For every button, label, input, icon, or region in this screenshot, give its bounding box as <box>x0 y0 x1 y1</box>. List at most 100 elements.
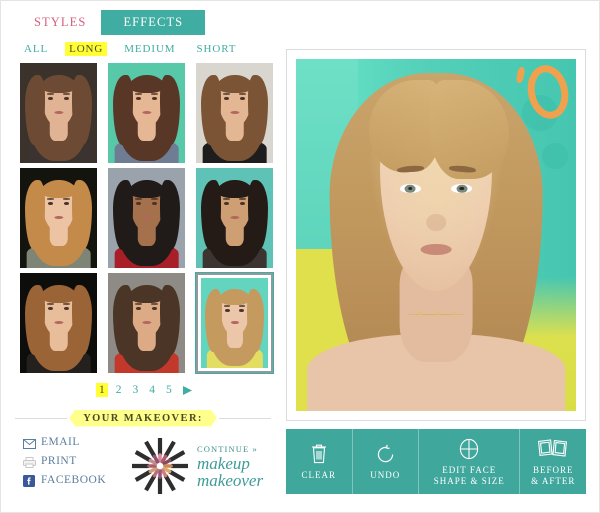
thumb-brow-left <box>134 93 142 95</box>
facebook-label: FACEBOOK <box>41 474 107 486</box>
thumb-fringe <box>216 77 253 93</box>
continue-label: CONTINUE » <box>197 443 258 454</box>
continue-text-block: CONTINUE » makeup makeover <box>197 444 263 489</box>
clear-button[interactable]: CLEAR <box>286 429 353 494</box>
thumb-hair-right <box>246 288 264 352</box>
page-1[interactable]: 1 <box>96 383 108 397</box>
before-after-button[interactable]: BEFORE & AFTER <box>520 429 586 494</box>
thumb-brow-right <box>63 303 71 305</box>
thumb-brow-left <box>46 93 54 95</box>
filter-short-label: SHORT <box>196 43 237 55</box>
edit-face-label: EDIT FACE SHAPE & SIZE <box>434 465 505 487</box>
thumb-hair-left <box>24 285 45 355</box>
hairstyle-thumb-5[interactable] <box>108 168 185 268</box>
print-label: PRINT <box>41 455 77 467</box>
page-2-label: 2 <box>115 384 122 396</box>
page-4-label: 4 <box>149 384 155 396</box>
your-makeover-banner: YOUR MAKEOVER: <box>15 407 272 429</box>
facebook-icon <box>23 474 36 487</box>
tab-effects[interactable]: EFFECTS <box>101 10 206 35</box>
email-label: EMAIL <box>41 436 80 448</box>
page-4[interactable]: 4 <box>146 383 158 397</box>
lipstick-burst-icon <box>129 435 191 497</box>
edit-face-label-line2: SHAPE & SIZE <box>433 475 505 486</box>
thumbnail-image <box>108 63 185 163</box>
thumb-fringe <box>216 182 253 198</box>
thumb-brow-right <box>239 198 247 200</box>
subject-eye-right <box>451 183 473 194</box>
page-2[interactable]: 2 <box>113 383 125 397</box>
hairstyle-thumb-4[interactable] <box>20 168 97 268</box>
makeover-app-window: STYLES EFFECTS ALL LONG MEDIUM SHORT 1 2… <box>0 0 600 513</box>
preview-panel: CLEAR UNDO EDIT FACE SHAPE & SIZE BEFORE… <box>286 49 586 494</box>
thumbnail-image <box>201 278 268 368</box>
hairstyle-thumbnail-grid <box>20 63 274 374</box>
iris <box>456 184 468 193</box>
filter-all[interactable]: ALL <box>20 42 52 56</box>
continue-makeup-makeover-button[interactable]: CONTINUE » makeup makeover <box>129 431 279 501</box>
banner-rule-right <box>218 417 272 419</box>
makeover-preview-photo[interactable] <box>296 59 576 411</box>
thumb-fringe <box>128 182 165 198</box>
thumb-fringe <box>219 290 250 305</box>
face-ellipse-icon <box>457 437 481 461</box>
filter-short[interactable]: SHORT <box>192 42 240 56</box>
thumb-brow-left <box>224 305 231 307</box>
thumb-brow-left <box>46 303 54 305</box>
thumb-brow-right <box>63 93 71 95</box>
thumb-brow-left <box>222 198 230 200</box>
tab-styles[interactable]: STYLES <box>19 10 102 35</box>
your-makeover-label: YOUR MAKEOVER: <box>69 410 217 427</box>
thumbnail-image <box>20 273 97 373</box>
undo-icon <box>375 442 396 466</box>
hairstyle-thumb-6[interactable] <box>196 168 273 268</box>
triangle-right-icon[interactable] <box>182 385 193 396</box>
facebook-link[interactable]: FACEBOOK <box>23 474 107 487</box>
pagination: 1 2 3 4 5 <box>96 383 193 397</box>
pupil <box>407 186 413 191</box>
filter-long[interactable]: LONG <box>65 42 108 56</box>
thumb-brow-right <box>151 303 159 305</box>
hairstyle-thumb-7[interactable] <box>20 273 97 373</box>
thumb-hair-left <box>112 285 133 355</box>
edit-face-shape-size-button[interactable]: EDIT FACE SHAPE & SIZE <box>419 429 521 494</box>
trash-icon <box>310 442 328 466</box>
before-after-label: BEFORE & AFTER <box>531 465 575 487</box>
panel-tabs: STYLES EFFECTS <box>19 10 206 35</box>
filter-all-label: ALL <box>24 43 49 55</box>
hairstyle-thumb-2[interactable] <box>108 63 185 163</box>
thumb-hair-left <box>200 75 221 145</box>
undo-button[interactable]: UNDO <box>353 429 420 494</box>
thumb-hair-left <box>200 180 221 250</box>
print-link[interactable]: PRINT <box>23 455 106 468</box>
logo-line-makeover: makeover <box>197 470 264 490</box>
thumbnail-image <box>20 63 97 163</box>
filter-long-label: LONG <box>69 43 104 55</box>
hairstyle-thumb-8[interactable] <box>108 273 185 373</box>
thumbnail-image <box>108 273 185 373</box>
hairstyle-thumb-3[interactable] <box>196 63 273 163</box>
thumb-eye-left <box>225 308 230 312</box>
email-link[interactable]: EMAIL <box>23 436 106 449</box>
thumb-hair-left <box>24 180 45 250</box>
pupil <box>459 186 465 191</box>
thumb-hair-left <box>112 180 133 250</box>
page-5-label: 5 <box>166 384 172 396</box>
thumb-brow-right <box>151 93 159 95</box>
filter-medium[interactable]: MEDIUM <box>120 42 179 56</box>
undo-label: UNDO <box>370 470 401 480</box>
share-links: EMAIL PRINT FACEBOOK <box>23 436 107 487</box>
thumb-hair-left <box>112 75 133 145</box>
photo-bg-dot <box>542 143 568 169</box>
page-3[interactable]: 3 <box>130 383 142 397</box>
hairstyle-thumb-1[interactable] <box>20 63 97 163</box>
two-photos-icon <box>537 437 569 461</box>
page-3-label: 3 <box>132 384 139 396</box>
page-5[interactable]: 5 <box>163 383 175 397</box>
thumbnail-image <box>108 168 185 268</box>
hairstyle-thumb-9[interactable] <box>195 272 274 374</box>
tab-styles-label: STYLES <box>34 15 87 29</box>
editor-toolbar: CLEAR UNDO EDIT FACE SHAPE & SIZE BEFORE… <box>286 429 586 494</box>
styles-panel: STYLES EFFECTS ALL LONG MEDIUM SHORT 1 2… <box>1 1 283 512</box>
tab-effects-label: EFFECTS <box>123 15 184 29</box>
